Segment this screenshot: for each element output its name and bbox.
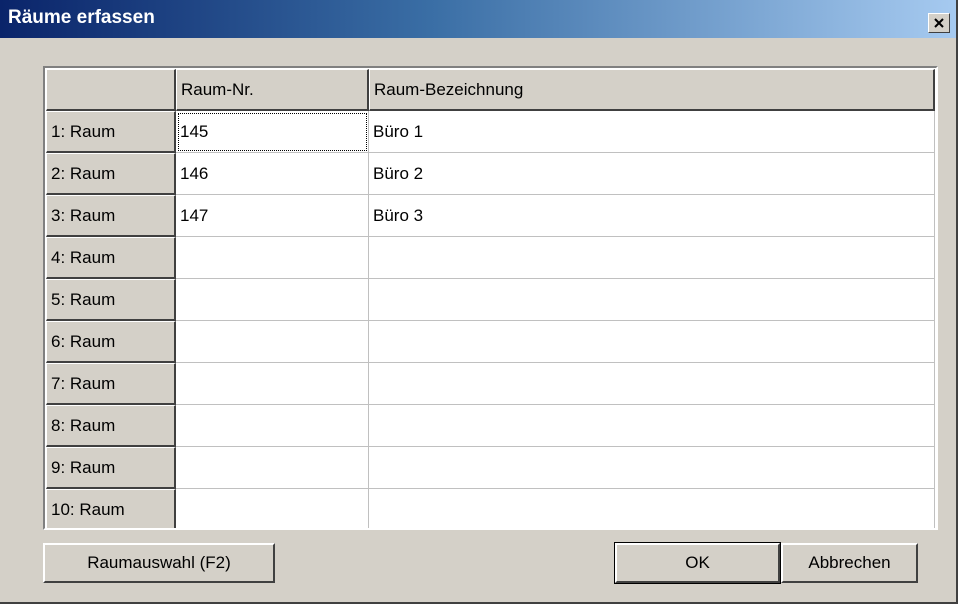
- table-row: 1: Raum 145 Büro 1: [46, 111, 935, 153]
- cell-raum-bezeichnung[interactable]: [369, 237, 935, 279]
- cell-raum-bezeichnung[interactable]: [369, 279, 935, 321]
- cell-raum-bezeichnung[interactable]: [369, 447, 935, 489]
- cell-raum-nr[interactable]: [176, 237, 369, 279]
- cell-raum-nr[interactable]: [176, 405, 369, 447]
- row-header[interactable]: 5: Raum: [46, 279, 176, 321]
- cell-raum-nr[interactable]: [176, 321, 369, 363]
- column-header-raum-bezeichnung[interactable]: Raum-Bezeichnung: [369, 69, 935, 111]
- table-row: 5: Raum: [46, 279, 935, 321]
- cell-raum-nr[interactable]: [176, 279, 369, 321]
- dialog-window: Räume erfassen Raum-Nr. Raum-Bezeichnung…: [0, 0, 958, 604]
- ok-button[interactable]: OK: [614, 542, 781, 584]
- cell-raum-bezeichnung[interactable]: Büro 3: [369, 195, 935, 237]
- raumauswahl-button[interactable]: Raumauswahl (F2): [43, 543, 275, 583]
- cell-raum-nr[interactable]: [176, 447, 369, 489]
- cell-raum-nr[interactable]: 147: [176, 195, 369, 237]
- column-header-raum-nr[interactable]: Raum-Nr.: [176, 69, 369, 111]
- row-header[interactable]: 4: Raum: [46, 237, 176, 279]
- cell-raum-nr[interactable]: 145: [176, 111, 369, 153]
- cell-raum-bezeichnung[interactable]: Büro 2: [369, 153, 935, 195]
- table-row: 8: Raum: [46, 405, 935, 447]
- row-header[interactable]: 3: Raum: [46, 195, 176, 237]
- row-header[interactable]: 1: Raum: [46, 111, 176, 153]
- close-button[interactable]: [928, 13, 950, 33]
- title-bar[interactable]: Räume erfassen: [0, 0, 956, 38]
- table-row: 4: Raum: [46, 237, 935, 279]
- grid-header-row: Raum-Nr. Raum-Bezeichnung: [46, 69, 935, 111]
- cell-raum-nr[interactable]: [176, 363, 369, 405]
- row-header[interactable]: 6: Raum: [46, 321, 176, 363]
- table-row: 9: Raum: [46, 447, 935, 489]
- rooms-grid[interactable]: Raum-Nr. Raum-Bezeichnung 1: Raum 145 Bü…: [43, 66, 938, 530]
- row-header[interactable]: 9: Raum: [46, 447, 176, 489]
- row-header[interactable]: 10: Raum: [46, 489, 176, 528]
- cell-raum-bezeichnung[interactable]: [369, 321, 935, 363]
- close-icon: [934, 18, 944, 28]
- table-row: 7: Raum: [46, 363, 935, 405]
- cell-raum-bezeichnung[interactable]: [369, 363, 935, 405]
- cell-raum-bezeichnung[interactable]: [369, 405, 935, 447]
- window-title: Räume erfassen: [8, 7, 155, 28]
- table-row: 6: Raum: [46, 321, 935, 363]
- table-row: 3: Raum 147 Büro 3: [46, 195, 935, 237]
- grid-body: Raum-Nr. Raum-Bezeichnung 1: Raum 145 Bü…: [46, 69, 935, 528]
- row-header[interactable]: 2: Raum: [46, 153, 176, 195]
- table-row: 2: Raum 146 Büro 2: [46, 153, 935, 195]
- cell-raum-bezeichnung[interactable]: Büro 1: [369, 111, 935, 153]
- row-header[interactable]: 7: Raum: [46, 363, 176, 405]
- cancel-button[interactable]: Abbrechen: [781, 543, 918, 583]
- grid-corner-cell: [46, 69, 176, 111]
- cell-raum-bezeichnung[interactable]: [369, 489, 935, 528]
- cell-raum-nr[interactable]: 146: [176, 153, 369, 195]
- cell-raum-nr[interactable]: [176, 489, 369, 528]
- table-row: 10: Raum: [46, 489, 935, 528]
- row-header[interactable]: 8: Raum: [46, 405, 176, 447]
